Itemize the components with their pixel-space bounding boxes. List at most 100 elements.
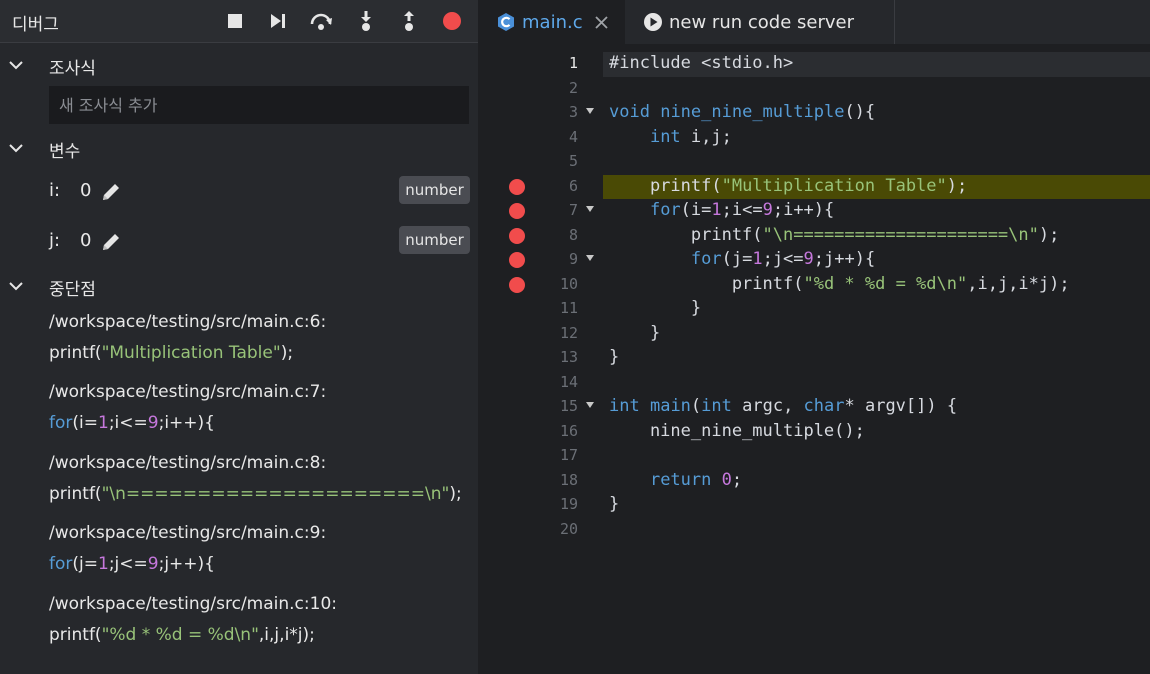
code-text: int main(int argc, char* argv[]) {: [609, 396, 958, 416]
breakpoint-code: printf("%d * %d = %d\n",i,j,i*j);: [49, 625, 315, 645]
variable-value: 0: [80, 230, 92, 251]
code-text: nine_nine_multiple();: [609, 420, 865, 441]
variable-row: j: 0 number: [0, 226, 478, 258]
variables-section-header[interactable]: 변수: [0, 133, 478, 163]
fold-arrow-icon[interactable]: [585, 253, 595, 263]
line-number: 19: [559, 495, 578, 513]
variable-type-badge: number: [399, 176, 470, 204]
tab-run-code-server[interactable]: new run code server: [626, 0, 894, 44]
breakpoint-item[interactable]: /workspace/testing/src/main.c:6: printf(…: [49, 307, 469, 369]
breakpoint-item[interactable]: /workspace/testing/src/main.c:8: printf(…: [49, 448, 469, 510]
breakpoint-code: printf("\n=====================\n");: [49, 484, 462, 504]
breakpoint-item[interactable]: /workspace/testing/src/main.c:10: printf…: [49, 589, 469, 651]
watch-section-label: 조사식: [49, 59, 96, 79]
variable-name: j:: [49, 230, 61, 251]
variable-type-badge: number: [399, 226, 470, 254]
line-number: 11: [559, 299, 578, 317]
code-line: 19}: [479, 493, 1150, 518]
variables-section-label: 변수: [49, 142, 81, 162]
breakpoint-path: /workspace/testing/src/main.c:7:: [49, 382, 327, 402]
line-number: 8: [568, 225, 578, 244]
code-line: 9 for(j=1;j<=9;j++){: [479, 248, 1150, 273]
line-number: 16: [559, 421, 578, 440]
breakpoint-marker[interactable]: [509, 178, 525, 195]
code-area[interactable]: 1 #include <stdio.h> 2 3 void nine_nine_mu…: [479, 52, 1150, 674]
code-text: }: [609, 494, 620, 514]
code-text: }: [609, 322, 661, 343]
add-watch-input[interactable]: [49, 86, 469, 124]
play-icon: [644, 13, 662, 31]
code-line: 1 #include <stdio.h>: [479, 52, 1150, 77]
breakpoint-path: /workspace/testing/src/main.c:9:: [49, 523, 327, 543]
code-text: printf("%d * %d = %d\n",i,j,i*j);: [609, 273, 1070, 294]
tab-label: new run code server: [669, 11, 854, 33]
code-text: return 0;: [649, 469, 743, 490]
record-icon[interactable]: [440, 9, 464, 33]
breakpoints-section-header[interactable]: 중단점: [0, 271, 478, 301]
tab-main-c[interactable]: main.c: [479, 0, 625, 44]
line-number: 12: [559, 323, 578, 342]
line-number: 2: [568, 78, 578, 97]
breakpoint-marker[interactable]: [509, 252, 525, 268]
code-text: for(i=1;i<=9;i++){: [649, 200, 835, 220]
code-text: printf("\n=====================\n");: [609, 224, 1060, 245]
step-out-icon[interactable]: [397, 9, 421, 33]
code-line: 11 }: [479, 297, 1150, 322]
pencil-icon[interactable]: [100, 231, 122, 253]
chevron-down-icon: [9, 144, 23, 153]
breakpoints-section-label: 중단점: [49, 280, 96, 300]
code-line: 10 printf("%d * %d = %d\n",i,j,i*j);: [479, 273, 1150, 298]
code-line: 14: [479, 371, 1150, 396]
code-line: 20: [479, 518, 1150, 543]
step-into-icon[interactable]: [354, 9, 378, 33]
chevron-down-icon: [9, 61, 23, 70]
stop-icon[interactable]: [223, 9, 247, 33]
close-icon[interactable]: [594, 15, 608, 29]
step-over-icon[interactable]: [309, 9, 333, 33]
continue-icon[interactable]: [266, 9, 290, 33]
breakpoint-marker[interactable]: [509, 227, 525, 244]
code-text: }: [609, 298, 702, 318]
line-number: 6: [568, 176, 578, 195]
code-editor: main.c new run code server 1 #include <st…: [479, 0, 1150, 674]
code-line: 4 int i,j;: [479, 126, 1150, 151]
fold-arrow-icon[interactable]: [585, 204, 595, 214]
variable-value: 0: [80, 180, 92, 201]
code-line: 15 int main(int argc, char* argv[]) {: [479, 395, 1150, 420]
breakpoint-code: for(j=1;j<=9;j++){: [49, 554, 215, 574]
line-number: 5: [568, 152, 578, 170]
watch-section-header[interactable]: 조사식: [0, 50, 478, 80]
breakpoint-path: /workspace/testing/src/main.c:10:: [49, 594, 337, 614]
line-number: 7: [568, 201, 578, 219]
chevron-down-icon: [9, 282, 23, 291]
code-line: 12 }: [479, 322, 1150, 347]
fold-arrow-icon[interactable]: [585, 106, 595, 116]
code-line: 17: [479, 444, 1150, 469]
pencil-icon[interactable]: [100, 181, 122, 203]
code-text: int i,j;: [649, 126, 732, 147]
breakpoint-marker[interactable]: [509, 203, 525, 219]
breakpoint-marker[interactable]: [509, 276, 525, 293]
tab-label: main.c: [522, 11, 583, 33]
breakpoint-item[interactable]: /workspace/testing/src/main.c:7: for(i=1…: [49, 377, 469, 439]
breakpoint-item[interactable]: /workspace/testing/src/main.c:9: for(j=1…: [49, 518, 469, 580]
code-line: 5: [479, 150, 1150, 175]
variable-name: i:: [49, 180, 61, 201]
breakpoint-code: printf("Multiplication Table");: [49, 343, 294, 363]
ide-window: 디버그 조사식 새 조사식 추가 변수 i: 0 number j: 0 num…: [0, 0, 1150, 674]
line-number: 13: [559, 348, 578, 366]
code-text: printf("Multiplication Table");: [609, 175, 968, 196]
code-line: 7 for(i=1;i<=9;i++){: [479, 199, 1150, 224]
breakpoint-path: /workspace/testing/src/main.c:8:: [49, 453, 327, 473]
line-number: 3: [568, 103, 578, 121]
fold-arrow-icon[interactable]: [585, 400, 595, 410]
variable-row: i: 0 number: [0, 176, 478, 208]
c-language-icon: [498, 13, 514, 31]
line-number: 14: [559, 372, 578, 391]
code-line: 3 void nine_nine_multiple(){: [479, 101, 1150, 126]
debug-header: 디버그: [0, 0, 478, 43]
code-line: 18 return 0;: [479, 469, 1150, 494]
debug-panel: 디버그 조사식 새 조사식 추가 변수 i: 0 number j: 0 num…: [0, 0, 478, 674]
line-number: 9: [568, 250, 578, 268]
debug-title: 디버그: [12, 15, 59, 35]
